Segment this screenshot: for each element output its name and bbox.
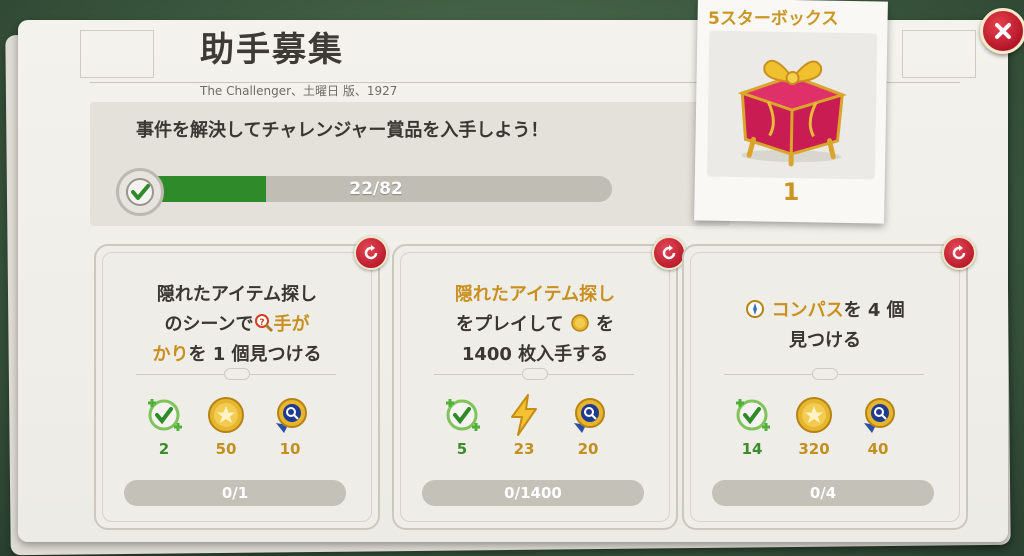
- magnifier-medal-icon: [574, 398, 605, 433]
- coin-icon: [208, 397, 244, 433]
- newspaper-byline: The Challenger、土曜日 版、1927: [200, 84, 398, 98]
- compass-icon: [746, 300, 765, 318]
- prize-title: 5スターボックス: [708, 9, 839, 29]
- check-token-icon: [446, 399, 480, 431]
- check-token-icon: [736, 399, 770, 431]
- decorative-stamp-left: [80, 30, 154, 78]
- task-card-1: 隠れたアイテム探し のシーンで? 手が かりを 1 個見つける 2 50 10 0…: [94, 236, 388, 530]
- reward-magnifier-medals: 10: [260, 392, 320, 458]
- svg-text:?: ?: [259, 318, 264, 328]
- prize-count: 1: [782, 178, 800, 206]
- task-description: 隠れたアイテム探し をプレイして を 1400 枚入手する: [454, 284, 616, 365]
- reward-magnifier-medals: 20: [558, 392, 618, 458]
- coin-icon: [796, 397, 832, 433]
- close-button[interactable]: [980, 8, 1024, 54]
- reward-energy: 23: [494, 392, 554, 458]
- refresh-icon: [952, 245, 966, 260]
- refresh-icon: [364, 245, 378, 260]
- clue-magnifier-icon: ?: [254, 314, 273, 333]
- reward-check-tokens: 2: [134, 392, 194, 458]
- decorative-stamp-right: [902, 30, 976, 78]
- lightning-icon: [511, 394, 537, 436]
- reward-magnifier-medals: 40: [848, 392, 908, 458]
- check-token-icon: [116, 168, 164, 216]
- magnifier-medal-icon: [864, 398, 895, 433]
- magnifier-medal-icon: [276, 398, 307, 433]
- refresh-task-button[interactable]: [652, 236, 686, 270]
- reward-check-tokens: 14: [722, 392, 782, 458]
- task-progress: 0/1400: [422, 480, 644, 506]
- refresh-icon: [662, 245, 676, 260]
- task-progress: 0/1: [124, 480, 346, 506]
- task-description: コンパスを 4 個 見つける: [700, 296, 950, 356]
- coin-icon: [570, 314, 589, 332]
- page-title: 助手募集: [200, 30, 344, 70]
- prize-image-frame: [706, 30, 878, 180]
- refresh-task-button[interactable]: [942, 236, 976, 270]
- task-description: 隠れたアイテム探し のシーンで? 手が かりを 1 個見つける: [152, 284, 322, 365]
- task-card-2: 隠れたアイテム探し をプレイして を 1400 枚入手する 5 23 20 0/…: [392, 236, 686, 530]
- objective-text: 事件を解決してチャレンジャー賞品を入手しよう！: [136, 120, 549, 141]
- reward-check-tokens: 5: [432, 392, 492, 458]
- reward-coins: 50: [196, 392, 256, 458]
- reward-coins: 320: [784, 392, 844, 458]
- close-icon: [995, 23, 1011, 39]
- challenge-progress-text: 22/82: [349, 179, 403, 199]
- task-progress: 0/4: [712, 480, 934, 506]
- star-box-icon: [737, 59, 847, 167]
- check-token-icon: [148, 399, 182, 431]
- refresh-task-button[interactable]: [354, 236, 388, 270]
- task-card-3: コンパスを 4 個 見つける 14 320 40 0/4: [682, 236, 976, 530]
